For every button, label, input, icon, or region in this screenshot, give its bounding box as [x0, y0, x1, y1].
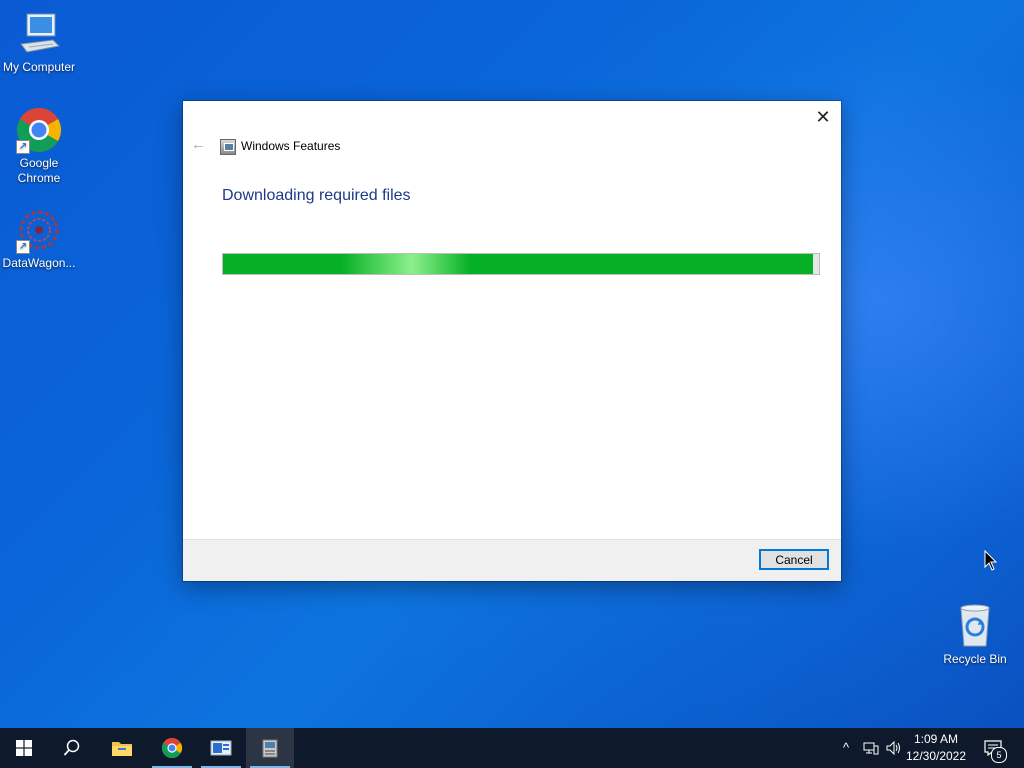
recycle-bin-icon [951, 602, 999, 650]
dialog-title: Windows Features [241, 139, 341, 153]
shortcut-arrow-icon: ↗ [16, 240, 30, 254]
download-progress-bar [222, 253, 820, 275]
desktop-icon-label: Recycle Bin [943, 652, 1007, 666]
taskbar: ^ 1:09 AM 12/30/2022 5 [0, 728, 1024, 768]
start-button[interactable] [0, 728, 48, 768]
chrome-icon: ↗ [15, 106, 63, 154]
windows-features-icon [220, 139, 236, 155]
mouse-cursor-icon [984, 549, 998, 572]
status-heading: Downloading required files [222, 187, 411, 204]
clock-date: 12/30/2022 [905, 749, 967, 763]
close-button[interactable]: ✕ [813, 107, 833, 127]
volume-icon[interactable] [886, 740, 902, 756]
taskbar-file-explorer[interactable] [98, 728, 146, 768]
network-icon[interactable] [863, 740, 879, 756]
desktop-icon-my-computer[interactable]: My Computer [0, 10, 78, 75]
clock[interactable]: 1:09 AM 12/30/2022 [904, 731, 968, 765]
search-icon [63, 739, 80, 756]
taskbar-windows-features[interactable] [246, 728, 294, 768]
back-button[interactable]: ← [191, 137, 207, 153]
back-arrow-icon: ← [191, 136, 206, 153]
datawagon-icon: ↗ [15, 206, 63, 254]
file-explorer-icon [112, 742, 132, 756]
shortcut-arrow-icon: ↗ [16, 140, 30, 154]
notification-count-badge: 5 [991, 747, 1007, 763]
desktop-icon-label: Google Chrome [17, 156, 61, 185]
progress-fill [223, 254, 814, 274]
desktop-icon-recycle-bin[interactable]: Recycle Bin [936, 602, 1014, 667]
cancel-button[interactable]: Cancel [759, 549, 829, 570]
show-hidden-icons-chevron-icon[interactable]: ^ [838, 740, 854, 756]
desktop-icon-label: My Computer [2, 60, 76, 74]
system-tray: ^ 1:09 AM 12/30/2022 5 [824, 728, 1024, 768]
server-manager-icon [210, 740, 232, 756]
windows-features-dialog: ✕ ← Windows Features Downloading require… [183, 101, 841, 581]
desktop-icon-google-chrome[interactable]: ↗ Google Chrome [0, 106, 78, 186]
clock-time: 1:09 AM [913, 732, 959, 746]
windows-features-icon [262, 739, 278, 758]
search-button[interactable] [48, 728, 96, 768]
close-icon: ✕ [815, 107, 831, 127]
taskbar-chrome[interactable] [148, 728, 196, 768]
windows-start-icon [16, 740, 32, 756]
dialog-footer: Cancel [183, 539, 841, 581]
desktop-icon-datawagon[interactable]: ↗ DataWagon... [0, 206, 78, 271]
computer-icon [15, 10, 63, 58]
chrome-icon [161, 737, 183, 759]
desktop: My Computer ↗ Google Chrome ↗ DataWagon.… [0, 0, 1024, 768]
desktop-icon-label: DataWagon... [2, 256, 76, 270]
taskbar-server-manager[interactable] [197, 728, 245, 768]
